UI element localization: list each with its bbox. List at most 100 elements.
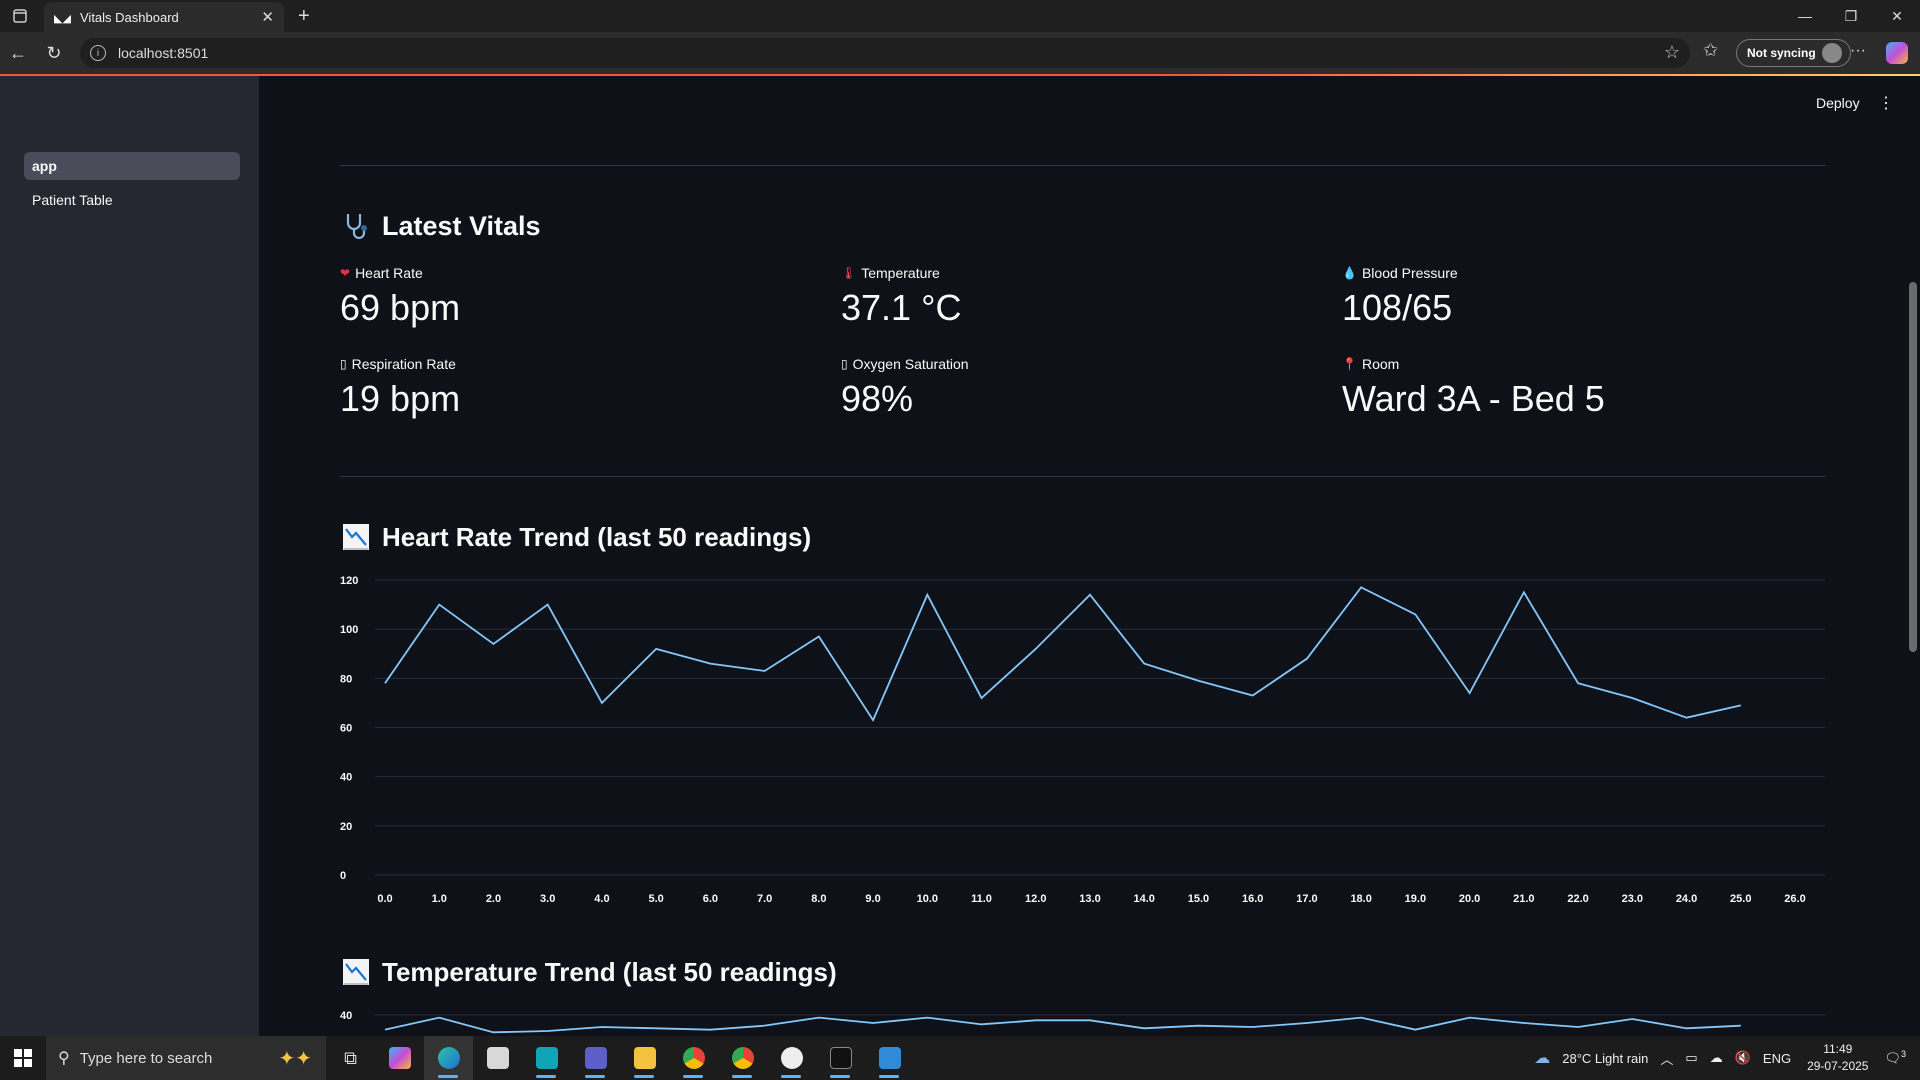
scrollbar-thumb[interactable] — [1909, 282, 1917, 652]
sidebar-item-patient-table[interactable]: Patient Table — [24, 186, 240, 214]
volume-mute-icon[interactable]: 🔇 — [1735, 1050, 1751, 1066]
temperature-trend-heading: Temperature Trend (last 50 readings) — [340, 956, 837, 988]
address-bar[interactable]: i localhost:8501 ☆ — [80, 38, 1690, 68]
x-tick-label: 24.0 — [1676, 893, 1697, 905]
x-tick-label: 10.0 — [917, 893, 938, 905]
y-tick-label: 20 — [340, 821, 352, 833]
x-tick-label: 12.0 — [1025, 893, 1046, 905]
heart-rate-trend-heading: Heart Rate Trend (last 50 readings) — [340, 521, 811, 553]
notification-count: 3 — [1900, 1049, 1906, 1060]
x-tick-label: 9.0 — [865, 893, 880, 905]
browser-menu-icon[interactable]: ··· — [1850, 42, 1866, 60]
x-tick-label: 22.0 — [1567, 893, 1588, 905]
explorer-app-icon[interactable] — [473, 1036, 522, 1080]
site-info-icon[interactable]: i — [90, 45, 106, 61]
heart-rate-series-line — [384, 586, 1741, 723]
sidebar-item-label: app — [32, 158, 57, 174]
terminal-app-icon[interactable] — [816, 1036, 865, 1080]
x-tick-label: 7.0 — [757, 893, 772, 905]
heart-rate-chart: 0 20 40 60 80 100 120 0.0 1.0 2.0 3.0 4.0 5.0 6.0 7.0 8… — [340, 575, 1825, 905]
temperature-chart: 40 — [340, 1010, 1825, 1034]
teams-app-icon[interactable] — [571, 1036, 620, 1080]
deploy-button[interactable]: Deploy — [1816, 95, 1860, 111]
x-tick-label: 18.0 — [1350, 893, 1371, 905]
x-tick-label: 16.0 — [1242, 893, 1263, 905]
x-tick-label: 3.0 — [540, 893, 555, 905]
metric-label: Blood Pressure — [1361, 265, 1458, 281]
latest-vitals-title: Latest Vitals — [382, 210, 541, 241]
chrome-app-icon[interactable] — [669, 1036, 718, 1080]
metric-label: Oxygen Saturation — [852, 356, 969, 372]
x-tick-label: 26.0 — [1784, 893, 1805, 905]
metric-label: Respiration Rate — [351, 356, 456, 372]
profile-sync-button[interactable]: Not syncing — [1736, 39, 1851, 67]
latest-vitals-heading: Latest Vitals — [340, 210, 541, 242]
clock-app-icon[interactable] — [522, 1036, 571, 1080]
x-tick-label: 23.0 — [1622, 893, 1643, 905]
language-indicator[interactable]: ENG — [1763, 1051, 1791, 1066]
copilot-icon[interactable] — [1886, 42, 1908, 64]
new-tab-icon[interactable]: + — [298, 5, 310, 28]
x-tick-label: 14.0 — [1134, 893, 1155, 905]
x-tick-label: 11.0 — [971, 893, 992, 905]
browser-tab[interactable]: ◣◢ Vitals Dashboard ✕ — [44, 2, 284, 32]
taskbar-search-box[interactable]: ⚲ Type here to search ✦✦ — [46, 1036, 326, 1080]
github-desktop-icon[interactable] — [767, 1036, 816, 1080]
sync-label: Not syncing — [1747, 46, 1816, 60]
metric-label: Room — [1361, 356, 1400, 372]
weather-text[interactable]: 28°C Light rain — [1562, 1051, 1648, 1066]
streamlit-header-decoration — [0, 74, 1920, 76]
file-explorer-icon[interactable] — [620, 1036, 669, 1080]
sidebar: app Patient Table — [0, 76, 259, 1036]
metric-value: Ward 3A - Bed 5 — [1342, 378, 1605, 419]
close-tab-icon[interactable]: ✕ — [261, 8, 274, 26]
meet-now-icon[interactable]: ▭ — [1685, 1050, 1697, 1066]
metric-label: Heart Rate — [355, 265, 423, 281]
reload-icon[interactable]: ↻ — [36, 43, 72, 64]
sidebar-item-label: Patient Table — [32, 192, 113, 208]
temperature-series-line — [384, 1016, 1741, 1034]
x-tick-label: 15.0 — [1188, 893, 1209, 905]
notifications-icon[interactable]: 🗨3 — [1884, 1049, 1906, 1066]
task-view-icon[interactable]: ⧉ — [326, 1036, 375, 1080]
close-window-icon[interactable]: ✕ — [1874, 0, 1920, 32]
restore-icon[interactable]: ❐ — [1828, 0, 1874, 32]
favorites-icon[interactable]: ✩ — [1703, 40, 1718, 61]
missing-glyph-icon: ▯ — [340, 357, 347, 371]
weather-icon[interactable]: ☁ — [1534, 1048, 1550, 1068]
windows-start-icon[interactable] — [0, 1036, 46, 1080]
divider — [340, 165, 1826, 166]
copilot-app-icon[interactable] — [375, 1036, 424, 1080]
y-tick-label: 100 — [340, 624, 358, 636]
temperature-trend-title: Temperature Trend (last 50 readings) — [382, 956, 837, 987]
clock[interactable]: 11:49 29-07-2025 — [1807, 1041, 1868, 1075]
x-tick-label: 13.0 — [1079, 893, 1100, 905]
clock-date: 29-07-2025 — [1807, 1059, 1869, 1073]
tab-actions-icon[interactable] — [0, 0, 40, 32]
stethoscope-icon — [340, 210, 372, 242]
search-placeholder: Type here to search — [79, 1049, 213, 1067]
thermometer-icon: 🌡 — [841, 266, 857, 280]
metric-label: Temperature — [861, 265, 940, 281]
y-tick-label: 60 — [340, 723, 352, 735]
metric-heart-rate: ❤ Heart Rate 69 bpm — [340, 265, 820, 329]
metric-temperature: 🌡 Temperature 37.1 °C — [841, 265, 1321, 329]
x-tick-label: 4.0 — [594, 893, 609, 905]
sidebar-item-app[interactable]: app — [24, 152, 240, 180]
back-icon[interactable]: ← — [0, 43, 36, 64]
minimize-icon[interactable]: — — [1782, 0, 1828, 32]
x-tick-label: 25.0 — [1730, 893, 1751, 905]
x-tick-label: 5.0 — [649, 893, 664, 905]
drop-icon: 💧 — [1342, 266, 1357, 280]
y-tick-label: 0 — [340, 870, 346, 882]
network-icon[interactable]: ☁ — [1710, 1050, 1723, 1066]
chrome-profile-app-icon[interactable] — [718, 1036, 767, 1080]
x-tick-label: 19.0 — [1405, 893, 1426, 905]
edge-app-icon[interactable] — [424, 1036, 473, 1080]
show-hidden-icons-icon[interactable]: ︿ — [1660, 1049, 1673, 1068]
main-menu-icon[interactable]: ⋮ — [1878, 93, 1894, 113]
divider — [340, 476, 1826, 477]
vscode-app-icon[interactable] — [865, 1036, 914, 1080]
chart-decreasing-icon — [340, 521, 372, 553]
bookmark-star-icon[interactable]: ☆ — [1664, 42, 1680, 63]
